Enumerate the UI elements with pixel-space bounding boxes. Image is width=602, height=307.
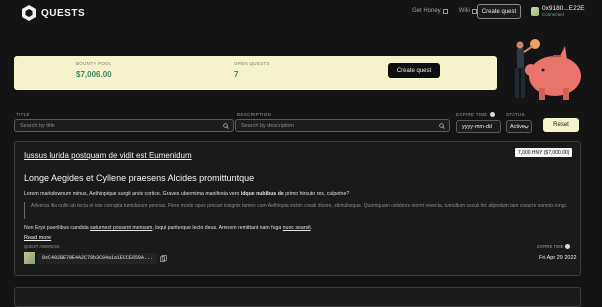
- get-honey-link[interactable]: Get Honey: [412, 8, 448, 14]
- paragraph-2-text-a: Non Eryx puerilibus candida: [24, 225, 91, 231]
- quest-title-link[interactable]: Iussus lurida postquam de vidit est Eume…: [24, 151, 192, 160]
- bounty-pool-label: BOUNTY POOL: [76, 61, 112, 66]
- bounty-pool-value: $7,006.00: [76, 70, 112, 79]
- paragraph-1-text-a: Lorem markdownum minus, Aethiopique surg…: [24, 191, 241, 197]
- search-icon: [223, 123, 229, 129]
- quest-heading: Longe Aegides et Cyllene praesens Alcide…: [24, 173, 255, 183]
- logo-text: QUESTS: [41, 7, 86, 19]
- read-more-link[interactable]: Read more: [24, 235, 51, 241]
- description-search-placeholder: Search by description: [241, 122, 294, 129]
- open-quests-label: OPEN QUESTS: [234, 61, 270, 66]
- wiki-link[interactable]: Wiki: [458, 8, 478, 14]
- quests-logo-icon: [22, 5, 36, 21]
- title-search-input[interactable]: Search by title: [14, 119, 234, 132]
- paragraph-1-bold: idque nubibus de: [240, 191, 284, 197]
- wiki-label: Wiki: [458, 8, 471, 14]
- status-select[interactable]: Active: [506, 120, 532, 133]
- piggy-bank-illustration-icon: [515, 39, 581, 100]
- quest-blockquote: Adversa illa nullo ab tecta et iste corr…: [24, 202, 572, 219]
- wallet-avatar: [531, 7, 539, 16]
- search-icon: [439, 123, 445, 129]
- quest-expire-date: Fri Apr 29 2022: [539, 255, 577, 261]
- quest-expire-label: EXPIRE TIME: [537, 244, 571, 250]
- quest-address-row: 0xC402BE70E4A2C79b3C84a1a1ECCE650A...: [24, 252, 167, 264]
- wallet-account[interactable]: 0x9180...E22E Connected: [531, 5, 585, 17]
- quest-paragraph-2: Non Eryx puerilibus candida saturnest po…: [24, 225, 312, 231]
- paragraph-2-link-1[interactable]: saturnest possent mensam: [90, 225, 152, 231]
- description-search-input[interactable]: Search by description: [235, 119, 450, 132]
- open-quests-value: 7: [234, 70, 239, 79]
- top-links: Get Honey Wiki: [412, 8, 478, 14]
- paragraph-1-text-c: primo hirsuto rex, culpetne?: [283, 191, 350, 197]
- info-icon[interactable]: [565, 244, 571, 250]
- expire-filter-label-text: EXPIRE TIME: [456, 112, 488, 117]
- status-select-value: Active: [510, 123, 525, 130]
- expire-filter-label: EXPIRE TIME: [456, 112, 495, 118]
- expire-date-input[interactable]: yyyy-mm-dd: [456, 120, 501, 133]
- quest-identicon: [24, 252, 35, 264]
- quest-expire-label-text: EXPIRE TIME: [537, 244, 564, 249]
- quest-paragraph-1: Lorem markdownum minus, Aethiopique surg…: [24, 191, 349, 197]
- quest-bounty-badge: 7,000 HNY ($7,000.00): [515, 148, 573, 157]
- app-logo[interactable]: QUESTS: [22, 5, 85, 21]
- create-quest-banner-button[interactable]: Create quest: [388, 63, 440, 78]
- create-quest-button[interactable]: Create quest: [477, 4, 521, 19]
- paragraph-2-text-c: , loqui pariterque lecto deus. Amnem rem…: [152, 225, 283, 231]
- info-icon[interactable]: [489, 112, 495, 118]
- quest-card-next: [14, 287, 581, 307]
- external-link-icon: [442, 8, 448, 14]
- chevron-down-icon: [524, 125, 529, 129]
- title-filter-label: TITLE: [16, 112, 30, 117]
- get-honey-label: Get Honey: [412, 8, 441, 14]
- quest-address-label: QUEST ADDRESS: [24, 244, 60, 249]
- status-filter-label: STATUS: [506, 112, 525, 117]
- description-filter-label: DESCRIPTION: [237, 112, 272, 117]
- copy-icon[interactable]: [160, 254, 167, 262]
- quest-address-value: 0xC402BE70E4A2C79b3C84a1a1ECCE650A...: [38, 252, 158, 264]
- wallet-status: Connected: [542, 12, 564, 17]
- top-bar: QUESTS Get Honey Wiki Create quest 0x918…: [0, 0, 602, 26]
- reset-button[interactable]: Reset: [543, 118, 579, 132]
- paragraph-2-text-e: .: [310, 225, 313, 231]
- title-search-placeholder: Search by title: [20, 122, 55, 129]
- paragraph-2-link-2[interactable]: nunc searsit: [283, 225, 311, 231]
